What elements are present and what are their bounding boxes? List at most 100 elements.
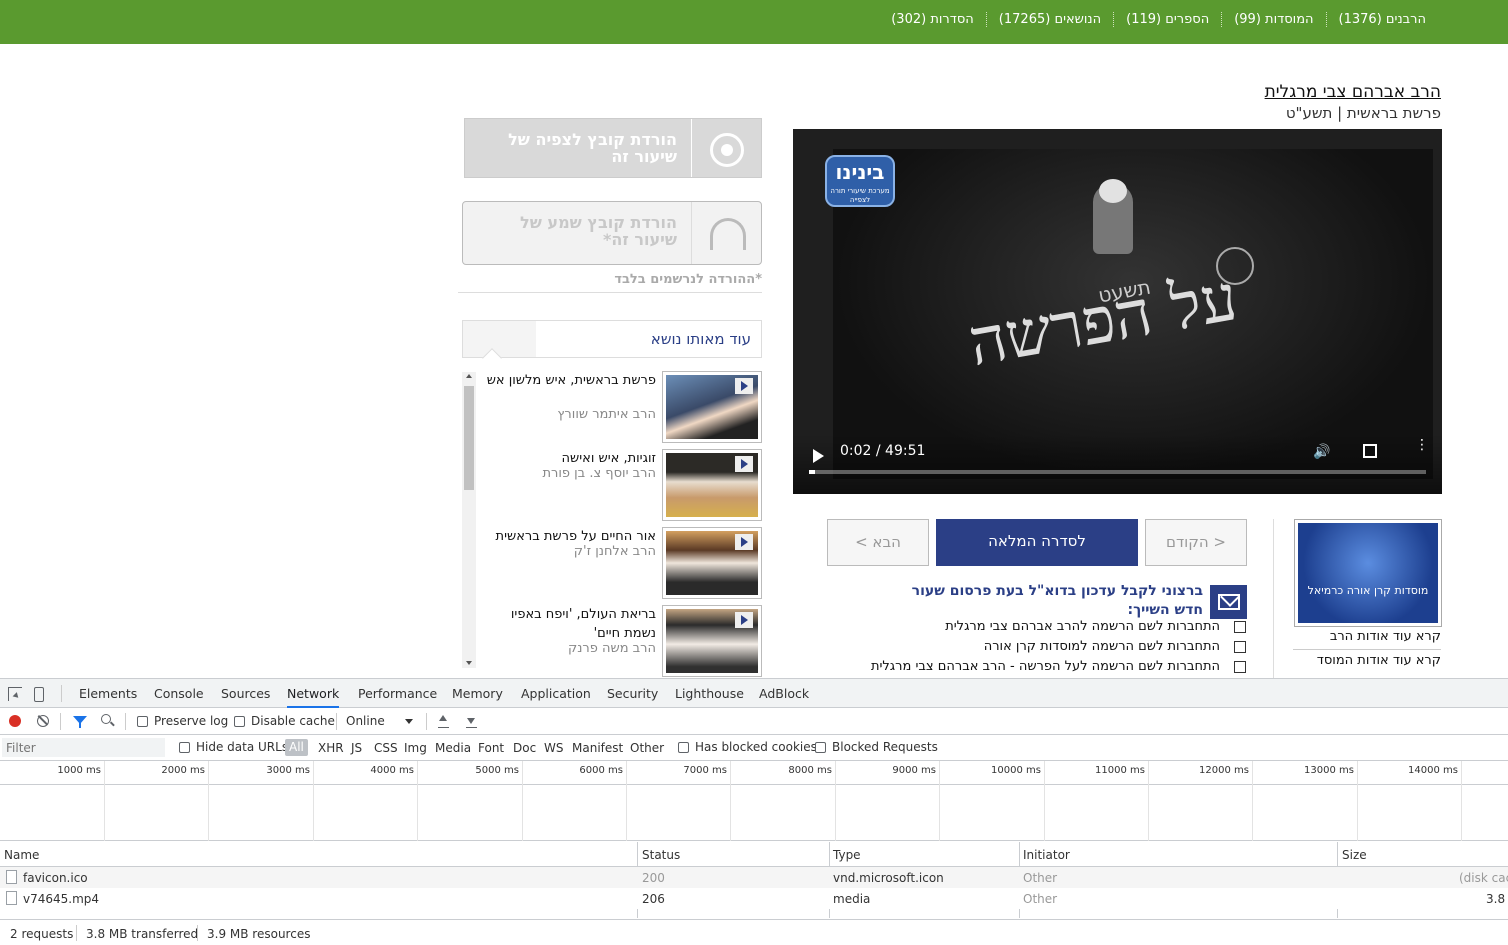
device-toolbar-icon[interactable] [34,687,44,702]
column-header-size[interactable]: Size [1342,848,1367,862]
filter-input[interactable] [2,738,165,757]
download-audio-button[interactable]: הורדת קובץ שמע של שיעור זה* [462,201,762,265]
type-filter-font[interactable]: Font [478,741,504,755]
timeline-tick-label: 13000 ms [1304,765,1354,776]
type-filter-xhr[interactable]: XHR [318,741,344,755]
nav-item-topics[interactable]: הנושאים (17265) [985,12,1113,27]
tab-memory[interactable]: Memory [452,679,503,708]
tab-console[interactable]: Console [154,679,204,708]
timeline-gridline [522,761,523,841]
type-filter-ws[interactable]: WS [544,741,563,755]
tab-elements[interactable]: Elements [79,679,137,708]
record-icon[interactable] [9,715,21,727]
full-series-button[interactable]: לסדרה המלאה [936,519,1138,566]
network-toolbar: Preserve log Disable cache Online [0,708,1508,735]
download-video-icon-area [691,119,761,177]
type-filter-all[interactable]: All [285,739,308,756]
checkbox-box[interactable] [137,715,148,727]
related-lesson-item[interactable]: אור החיים על פרשת בראשית הרב אלחנן ז'ק [482,527,762,599]
tab-application[interactable]: Application [521,679,591,708]
has-blocked-cookies-checkbox[interactable]: Has blocked cookies [678,740,817,754]
toolbar-divider [125,713,126,730]
lesson-title: פרשת בראשית, איש מלשון אש [486,373,656,388]
subscribe-institution-checkbox[interactable] [1234,640,1246,653]
timeline-tick-label: 12000 ms [1199,765,1249,776]
related-lesson-item[interactable]: זוגיות, איש ואישה הרב יוסף צ. בן פורת [482,449,762,521]
play-icon [735,378,753,394]
tab-adblock[interactable]: AdBlock [759,679,809,708]
table-row[interactable]: v74645.mp4 206 media Other 3.8 M [0,888,1508,909]
inspect-element-icon[interactable] [8,687,22,701]
tab-lighthouse[interactable]: Lighthouse [675,679,744,708]
download-video-button[interactable]: הורדת קובץ לצפיה של שיעור זה [464,118,762,178]
network-requests-table: Name Status Type Initiator Size favicon.… [0,842,1508,918]
checkbox-box[interactable] [815,741,826,753]
institution-thumbnail[interactable]: מוסדות קרן אורה כרמיאל [1294,519,1442,627]
column-header-name[interactable]: Name [4,848,39,862]
disable-cache-checkbox[interactable]: Disable cache [234,714,335,728]
import-har-icon[interactable] [438,715,449,728]
chevron-down-icon[interactable] [405,719,413,724]
blocked-requests-checkbox[interactable]: Blocked Requests [815,740,938,754]
lesson-rabbi: הרב יוסף צ. בן פורת [542,466,656,481]
timeline-tick-label: 4000 ms [370,765,414,776]
scroll-down-arrow-icon[interactable] [466,661,472,665]
next-lesson-button[interactable]: הבא > [827,519,929,566]
blocked-requests-label: Blocked Requests [832,740,938,754]
more-options-icon[interactable]: ⋮ [1415,438,1429,452]
clear-icon[interactable] [37,715,49,727]
type-filter-media[interactable]: Media [435,741,471,755]
timeline-tick-label: 14000 ms [1408,765,1458,776]
tab-performance[interactable]: Performance [358,679,437,708]
column-header-status[interactable]: Status [642,848,680,862]
checkbox-box[interactable] [234,715,245,727]
play-icon[interactable] [813,449,824,463]
devtools-panel: Elements Console Sources Network Perform… [0,678,1508,945]
video-progress-bar[interactable] [809,470,1426,474]
about-rav-link[interactable]: קרא עוד אודות הרב [1330,629,1441,644]
timeline-tick-label: 11000 ms [1095,765,1145,776]
video-player[interactable]: על הפרשה תשעט בינינו מערכת שיעורי תורה ל… [793,129,1442,494]
cell-initiator: Other [1023,892,1058,906]
checkbox-box[interactable] [179,741,190,753]
nav-item-books[interactable]: הספרים (119) [1113,12,1221,27]
previous-lesson-button[interactable]: < הקודם [1145,519,1247,566]
tab-same-topic[interactable]: עוד מאותו נושא [536,321,761,357]
subscribe-rabbi-checkbox[interactable] [1234,620,1246,633]
nav-item-series[interactable]: הסדרות (302) [879,12,986,27]
table-header: Name Status Type Initiator Size [0,842,1508,867]
subscribe-series-checkbox[interactable] [1234,660,1246,673]
volume-icon[interactable]: 🔊 [1313,444,1330,460]
tab-sources[interactable]: Sources [221,679,270,708]
tab-network[interactable]: Network [287,679,340,708]
about-institution-link[interactable]: קרא עוד אודות המוסד [1293,649,1441,668]
type-filter-manifest[interactable]: Manifest [572,741,623,755]
rabbi-title-link[interactable]: הרב אברהם צבי מרגלית [1265,82,1441,102]
type-filter-css[interactable]: CSS [374,741,398,755]
nav-item-rabbis[interactable]: הרבנים (1376) [1325,12,1438,27]
type-filter-js[interactable]: JS [351,741,362,755]
scroll-up-arrow-icon[interactable] [466,374,472,378]
table-row[interactable]: favicon.ico 200 vnd.microsoft.icon Other… [0,867,1508,888]
tab-security[interactable]: Security [607,679,658,708]
network-timeline-overview[interactable]: 1000 ms 2000 ms 3000 ms 4000 ms 5000 ms 6000 … [0,761,1508,841]
toolbar-divider [426,713,427,730]
type-filter-img[interactable]: Img [404,741,427,755]
related-lesson-item[interactable]: בריאת העולם, 'ויפח באפיו נשמת חיים' הרב … [482,605,762,677]
column-header-type[interactable]: Type [833,848,861,862]
nav-item-institutions[interactable]: המוסדות (99) [1221,12,1325,27]
preserve-log-checkbox[interactable]: Preserve log [137,714,228,728]
type-filter-doc[interactable]: Doc [513,741,536,755]
column-header-initiator[interactable]: Initiator [1023,848,1070,862]
fullscreen-icon[interactable] [1363,444,1377,458]
hide-data-urls-checkbox[interactable]: Hide data URLs [179,740,288,754]
filter-icon[interactable] [73,716,87,728]
export-har-icon[interactable] [466,715,477,728]
related-lesson-item[interactable]: פרשת בראשית, איש מלשון אש הרב איתמר שוור… [482,371,762,443]
scroll-thumb[interactable] [464,386,474,490]
search-icon[interactable] [101,714,111,724]
checkbox-box[interactable] [678,741,689,753]
type-filter-other[interactable]: Other [630,741,664,755]
timeline-tick-label: 6000 ms [579,765,623,776]
related-list-scrollbar[interactable] [462,372,476,668]
